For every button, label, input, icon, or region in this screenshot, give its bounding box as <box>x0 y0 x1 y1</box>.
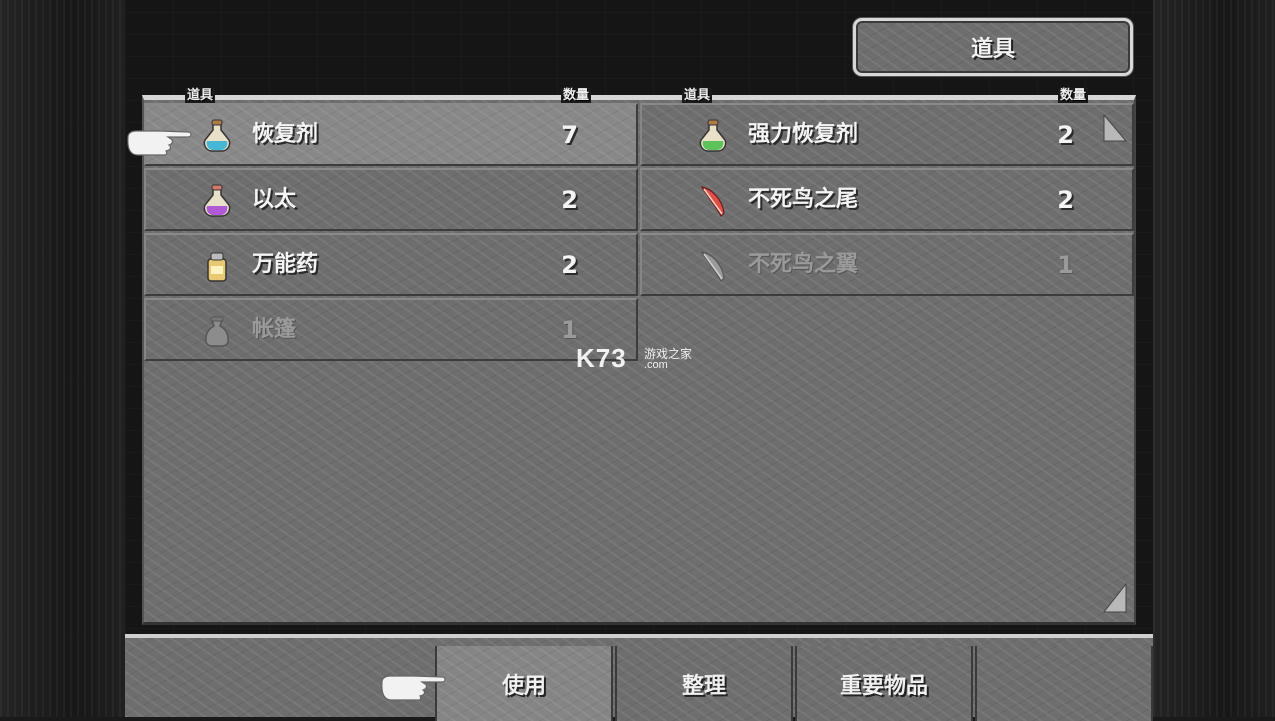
item-quantity: 2 <box>561 251 578 279</box>
tent-bag-icon <box>202 314 232 348</box>
sort-button-label: 整理 <box>681 673 726 699</box>
item-name: 强力恢复剂 <box>748 122 859 147</box>
purple-potion-icon <box>202 184 232 218</box>
item-name: 万能药 <box>252 252 319 277</box>
use-button-label: 使用 <box>501 673 546 699</box>
item-slot-ether[interactable]: 以太 2 <box>144 168 638 231</box>
pointer-hand-cursor-icon <box>127 130 192 156</box>
key-items-button-label: 重要物品 <box>839 673 928 699</box>
item-name: 不死鸟之尾 <box>748 187 859 212</box>
item-slot-hi-potion[interactable]: 强力恢复剂 2 <box>640 103 1134 166</box>
right-wall-border <box>1153 0 1275 717</box>
scroll-down-arrow-icon[interactable] <box>1102 582 1128 614</box>
scroll-up-arrow-icon[interactable] <box>1102 113 1128 143</box>
red-feather-icon <box>698 184 728 218</box>
watermark-domain: .com <box>644 359 668 371</box>
item-slot-phoenix-wing[interactable]: 不死鸟之翼 1 <box>640 233 1134 296</box>
item-slot-potion[interactable]: 恢复剂 7 <box>144 103 638 166</box>
item-quantity: 2 <box>561 186 578 214</box>
command-bar: 使用 整理 重要物品 <box>125 634 1153 721</box>
item-name: 帐篷 <box>252 317 297 342</box>
blue-potion-icon <box>202 119 232 153</box>
item-slot-phoenix-down[interactable]: 不死鸟之尾 2 <box>640 168 1134 231</box>
gray-feather-icon <box>698 249 728 283</box>
item-quantity: 2 <box>1057 186 1074 214</box>
green-potion-icon <box>698 119 728 153</box>
item-name: 以太 <box>252 187 297 212</box>
menu-title-label: 道具 <box>970 37 1015 62</box>
left-item-header: 道具 <box>185 88 216 104</box>
command-pointer-hand-icon <box>381 675 446 701</box>
item-slot-tent[interactable]: 帐篷 1 <box>144 298 638 361</box>
left-wall-border <box>0 0 125 717</box>
remedy-bottle-icon <box>202 249 232 283</box>
sort-button[interactable]: 整理 <box>615 646 793 721</box>
item-slot-remedy[interactable]: 万能药 2 <box>144 233 638 296</box>
left-qty-header: 数量 <box>561 88 592 104</box>
menu-title: 道具 <box>853 18 1133 76</box>
watermark-logo: K73 <box>576 343 627 373</box>
item-name: 不死鸟之翼 <box>748 252 859 277</box>
right-item-header: 道具 <box>682 88 713 104</box>
empty-command-slot <box>975 646 1153 721</box>
item-quantity: 2 <box>1057 121 1074 149</box>
item-quantity: 1 <box>1057 251 1074 279</box>
right-qty-header: 数量 <box>1058 88 1089 104</box>
key-items-button[interactable]: 重要物品 <box>795 646 973 721</box>
item-name: 恢复剂 <box>252 122 319 147</box>
use-button[interactable]: 使用 <box>435 646 613 721</box>
watermark: K73 游戏之家 .com <box>576 343 692 374</box>
item-quantity: 7 <box>561 121 578 149</box>
